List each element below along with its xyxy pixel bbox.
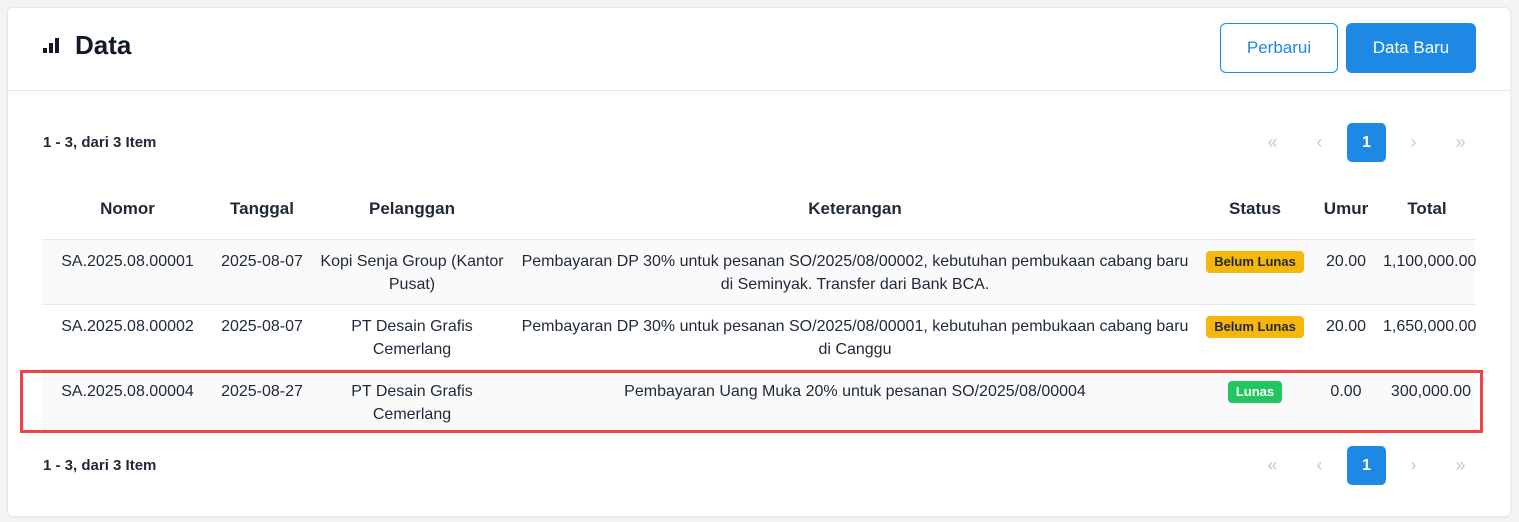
table-header-row: Nomor Tanggal Pelanggan Keterangan Statu… bbox=[42, 179, 1475, 240]
column-header-tanggal[interactable]: Tanggal bbox=[213, 179, 311, 240]
card-header: Data Perbarui Data Baru bbox=[8, 8, 1510, 91]
cell-status: Lunas bbox=[1197, 369, 1313, 434]
page-1-button[interactable]: 1 bbox=[1347, 446, 1386, 485]
bar-chart-icon bbox=[43, 37, 59, 53]
cell-umur: 0.00 bbox=[1313, 369, 1379, 434]
title-wrap: Data bbox=[43, 30, 131, 61]
cell-keterangan: Pembayaran DP 30% untuk pesanan SO/2025/… bbox=[513, 304, 1197, 370]
first-page-button[interactable]: « bbox=[1253, 446, 1292, 485]
cell-nomor: SA.2025.08.00002 bbox=[42, 304, 213, 370]
prev-page-button[interactable]: ‹ bbox=[1300, 446, 1339, 485]
column-header-total[interactable]: Total bbox=[1379, 179, 1475, 240]
status-badge: Lunas bbox=[1227, 381, 1283, 403]
last-page-button[interactable]: » bbox=[1441, 446, 1480, 485]
cell-tanggal: 2025-08-07 bbox=[213, 239, 311, 305]
page-title: Data bbox=[75, 30, 132, 60]
cell-tanggal: 2025-08-07 bbox=[213, 304, 311, 370]
column-header-pelanggan[interactable]: Pelanggan bbox=[311, 179, 513, 240]
cell-status: Belum Lunas bbox=[1197, 304, 1313, 370]
next-page-button[interactable]: › bbox=[1394, 446, 1433, 485]
refresh-button[interactable]: Perbarui bbox=[1220, 23, 1338, 73]
cell-total: 300,000.00 bbox=[1379, 369, 1475, 434]
cell-total: 1,100,000.00 bbox=[1379, 239, 1476, 305]
data-table: Nomor Tanggal Pelanggan Keterangan Statu… bbox=[42, 179, 1476, 434]
cell-pelanggan: PT Desain Grafis Cemerlang bbox=[311, 369, 513, 434]
cell-nomor: SA.2025.08.00004 bbox=[42, 369, 213, 434]
table-row[interactable]: SA.2025.08.00002 2025-08-07 PT Desain Gr… bbox=[42, 304, 1476, 370]
cell-pelanggan: PT Desain Grafis Cemerlang bbox=[311, 304, 513, 370]
column-header-umur[interactable]: Umur bbox=[1313, 179, 1379, 240]
last-page-button[interactable]: » bbox=[1441, 123, 1480, 162]
cell-tanggal: 2025-08-27 bbox=[213, 369, 311, 434]
page-1-button[interactable]: 1 bbox=[1347, 123, 1386, 162]
cell-nomor: SA.2025.08.00001 bbox=[42, 239, 213, 305]
status-badge: Belum Lunas bbox=[1206, 316, 1304, 338]
cell-total: 1,650,000.00 bbox=[1379, 304, 1476, 370]
item-count-bottom: 1 - 3, dari 3 Item bbox=[43, 457, 157, 474]
cell-status: Belum Lunas bbox=[1197, 239, 1313, 305]
cell-umur: 20.00 bbox=[1313, 239, 1379, 305]
column-header-status[interactable]: Status bbox=[1197, 179, 1313, 240]
status-badge: Belum Lunas bbox=[1206, 251, 1304, 273]
pagination-bottom: « ‹ 1 › » bbox=[1253, 446, 1488, 485]
table-row[interactable]: SA.2025.08.00004 2025-08-27 PT Desain Gr… bbox=[42, 369, 1475, 434]
cell-umur: 20.00 bbox=[1313, 304, 1379, 370]
column-header-keterangan[interactable]: Keterangan bbox=[513, 179, 1197, 240]
cell-keterangan: Pembayaran DP 30% untuk pesanan SO/2025/… bbox=[513, 239, 1197, 305]
cell-keterangan: Pembayaran Uang Muka 20% untuk pesanan S… bbox=[513, 369, 1197, 434]
data-card: Data Perbarui Data Baru 1 - 3, dari 3 It… bbox=[7, 7, 1511, 517]
new-data-button[interactable]: Data Baru bbox=[1346, 23, 1476, 73]
cell-pelanggan: Kopi Senja Group (Kantor Pusat) bbox=[311, 239, 513, 305]
first-page-button[interactable]: « bbox=[1253, 123, 1292, 162]
next-page-button[interactable]: › bbox=[1394, 123, 1433, 162]
item-count-top: 1 - 3, dari 3 Item bbox=[43, 134, 157, 151]
table-section: 1 - 3, dari 3 Item « ‹ 1 › » Nomor Tangg… bbox=[8, 91, 1510, 516]
column-header-nomor[interactable]: Nomor bbox=[42, 179, 213, 240]
table-row[interactable]: SA.2025.08.00001 2025-08-07 Kopi Senja G… bbox=[42, 239, 1476, 305]
prev-page-button[interactable]: ‹ bbox=[1300, 123, 1339, 162]
pagination-top: « ‹ 1 › » bbox=[1253, 123, 1488, 162]
